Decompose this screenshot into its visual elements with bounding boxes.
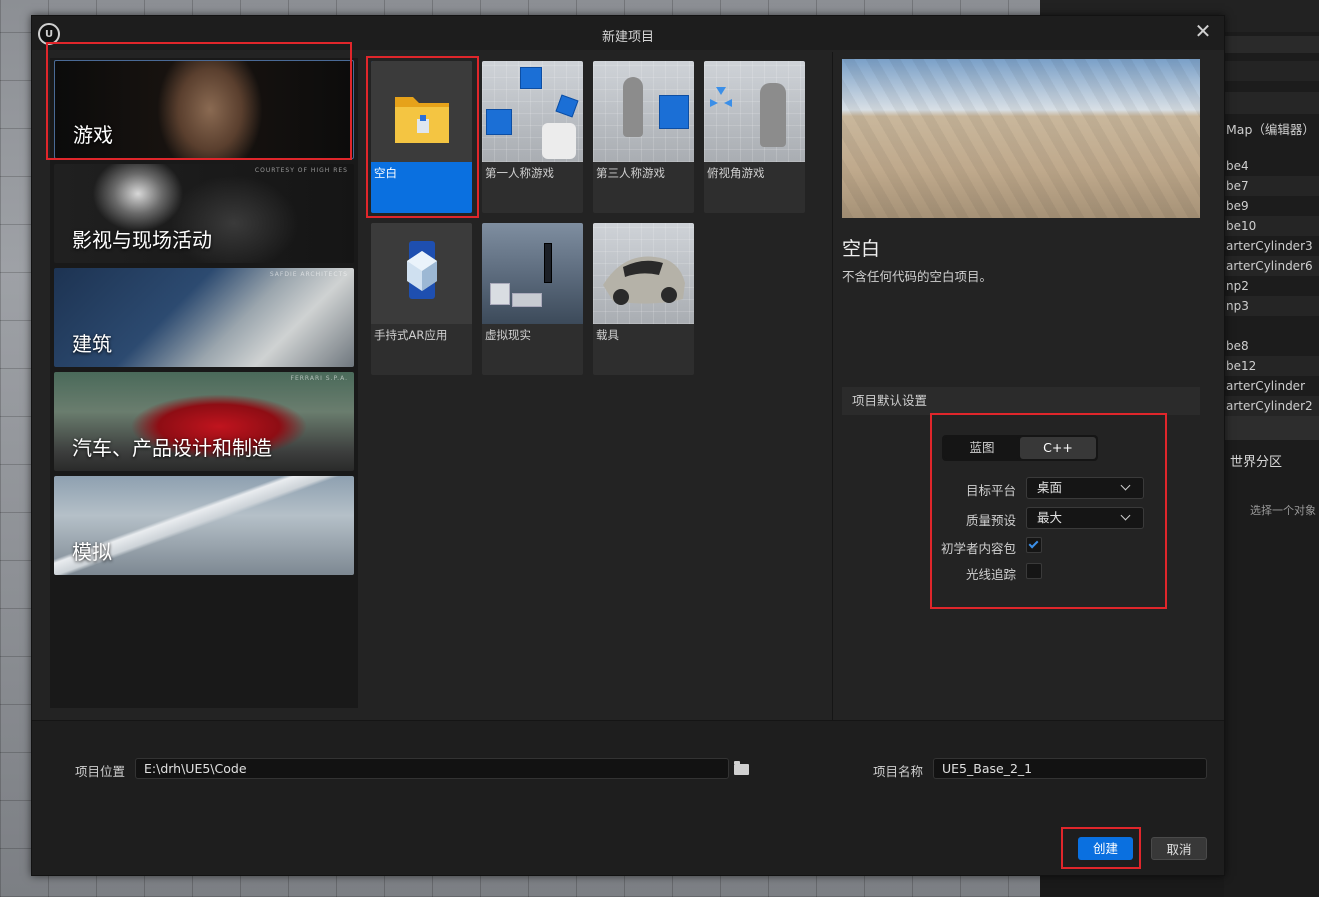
dialog-titlebar[interactable]: U 新建项目 ✕	[32, 16, 1224, 50]
checkmark-icon	[1028, 538, 1039, 549]
template-top-down[interactable]: 俯视角游戏	[704, 61, 805, 213]
quality-preset-label: 质量预设	[965, 513, 1016, 528]
language-toggle: 蓝图 C++	[942, 435, 1098, 461]
raytracing-checkbox[interactable]	[1026, 563, 1042, 579]
template-first-person[interactable]: 第一人称游戏	[482, 61, 583, 213]
project-details-area	[32, 721, 1224, 875]
template-label: 载具	[596, 328, 619, 342]
folder-icon[interactable]	[734, 761, 749, 775]
outliner-item[interactable]: np3	[1224, 296, 1319, 316]
target-platform-value: 桌面	[1037, 480, 1063, 495]
image-credit: SAFDIE ARCHITECTS	[269, 271, 348, 278]
world-partition-tab[interactable]: 世界分区	[1230, 451, 1282, 470]
category-label: 建筑	[72, 332, 112, 356]
outliner-item[interactable]: np2	[1224, 276, 1319, 296]
project-name-label: 项目名称	[873, 764, 924, 779]
preview-description: 不含任何代码的空白项目。	[842, 269, 993, 284]
blueprint-option[interactable]: 蓝图	[944, 437, 1020, 459]
outliner-item[interactable]: be12	[1224, 356, 1319, 376]
template-thumbnail	[482, 61, 583, 162]
template-label: 虚拟现实	[485, 328, 531, 342]
raytracing-label: 光线追踪	[965, 567, 1016, 582]
template-thumbnail	[482, 223, 583, 324]
target-platform-label: 目标平台	[965, 483, 1016, 498]
outliner-item[interactable]: arterCylinder6	[1224, 256, 1319, 276]
project-location-label: 项目位置	[75, 764, 126, 779]
template-thumbnail	[371, 61, 472, 162]
phone-icon	[407, 241, 437, 299]
close-button[interactable]: ✕	[1192, 20, 1214, 42]
starter-content-checkbox[interactable]	[1026, 537, 1042, 553]
category-film[interactable]: COURTESY OF HIGH RES 影视与现场活动	[54, 164, 354, 263]
category-games[interactable]: 游戏	[54, 60, 354, 159]
category-automotive[interactable]: FERRARI S.P.A. 汽车、产品设计和制造	[54, 372, 354, 471]
panel-divider	[832, 52, 833, 720]
outliner-item[interactable]: arterCylinder3	[1224, 236, 1319, 256]
image-credit: FERRARI S.P.A.	[290, 375, 348, 382]
create-button[interactable]: 创建	[1078, 837, 1133, 860]
world-outliner: Map（编辑器） be4 be7 be9 be10 arterCylinder3 arte…	[1224, 16, 1319, 897]
outliner-section-bar	[1224, 416, 1319, 440]
outliner-item[interactable]: arterCylinder2	[1224, 396, 1319, 416]
arrows-icon	[710, 87, 732, 107]
details-select-hint: 选择一个对象	[1250, 504, 1316, 517]
template-label: 俯视角游戏	[707, 166, 765, 180]
outliner-map-title: Map（编辑器）	[1226, 122, 1315, 137]
outliner-column-header	[1224, 92, 1319, 114]
starter-content-label: 初学者内容包	[940, 541, 1016, 556]
chevron-down-icon	[1120, 510, 1131, 521]
car-icon	[603, 256, 685, 305]
category-label: 影视与现场活动	[72, 228, 212, 252]
template-label: 第一人称游戏	[485, 166, 554, 180]
project-name-input[interactable]	[933, 758, 1207, 779]
quality-preset-value: 最大	[1037, 510, 1063, 525]
outliner-item[interactable]: be9	[1224, 196, 1319, 216]
outliner-item[interactable]: be7	[1224, 176, 1319, 196]
cancel-button[interactable]: 取消	[1151, 837, 1207, 860]
template-label: 手持式AR应用	[374, 328, 448, 342]
image-credit: COURTESY OF HIGH RES	[254, 167, 348, 174]
category-label: 汽车、产品设计和制造	[72, 436, 272, 460]
outliner-item[interactable]: be8	[1224, 336, 1319, 356]
template-preview-image	[842, 59, 1200, 218]
chevron-down-icon	[1120, 480, 1131, 491]
target-platform-dropdown[interactable]: 桌面	[1026, 477, 1144, 499]
quality-preset-dropdown[interactable]: 最大	[1026, 507, 1144, 529]
template-third-person[interactable]: 第三人称游戏	[593, 61, 694, 213]
project-defaults-header: 项目默认设置	[842, 387, 1200, 415]
template-handheld-ar[interactable]: 手持式AR应用	[371, 223, 472, 375]
outliner-item[interactable]: be10	[1224, 216, 1319, 236]
outliner-header	[1224, 16, 1319, 32]
dialog-title: 新建项目	[601, 30, 654, 45]
template-thumbnail	[371, 223, 472, 324]
template-blank[interactable]: 空白	[371, 61, 472, 213]
template-label: 第三人称游戏	[596, 166, 665, 180]
category-list: 游戏 COURTESY OF HIGH RES 影视与现场活动 SAFDIE A…	[50, 58, 358, 708]
close-icon: ✕	[1194, 19, 1212, 43]
template-vehicle[interactable]: 载具	[593, 223, 694, 375]
category-simulation[interactable]: 模拟	[54, 476, 354, 575]
folder-icon	[395, 97, 449, 143]
project-location-input[interactable]	[135, 758, 729, 779]
cpp-option[interactable]: C++	[1020, 437, 1096, 459]
preview-title: 空白	[842, 238, 881, 260]
outliner-search[interactable]	[1224, 61, 1319, 81]
template-label: 空白	[374, 166, 397, 180]
template-thumbnail	[593, 223, 694, 324]
category-label: 模拟	[72, 540, 112, 564]
outliner-tab-strip	[1224, 36, 1319, 53]
category-label: 游戏	[73, 123, 113, 147]
outliner-item[interactable]: arterCylinder	[1224, 376, 1319, 396]
category-architecture[interactable]: SAFDIE ARCHITECTS 建筑	[54, 268, 354, 367]
outliner-item[interactable]: be4	[1224, 156, 1319, 176]
template-thumbnail	[593, 61, 694, 162]
template-thumbnail	[704, 61, 805, 162]
new-project-dialog: U 新建项目 ✕ 游戏 COURTESY OF HIGH RES 影视与现场活动…	[31, 15, 1225, 876]
template-virtual-reality[interactable]: 虚拟现实	[482, 223, 583, 375]
